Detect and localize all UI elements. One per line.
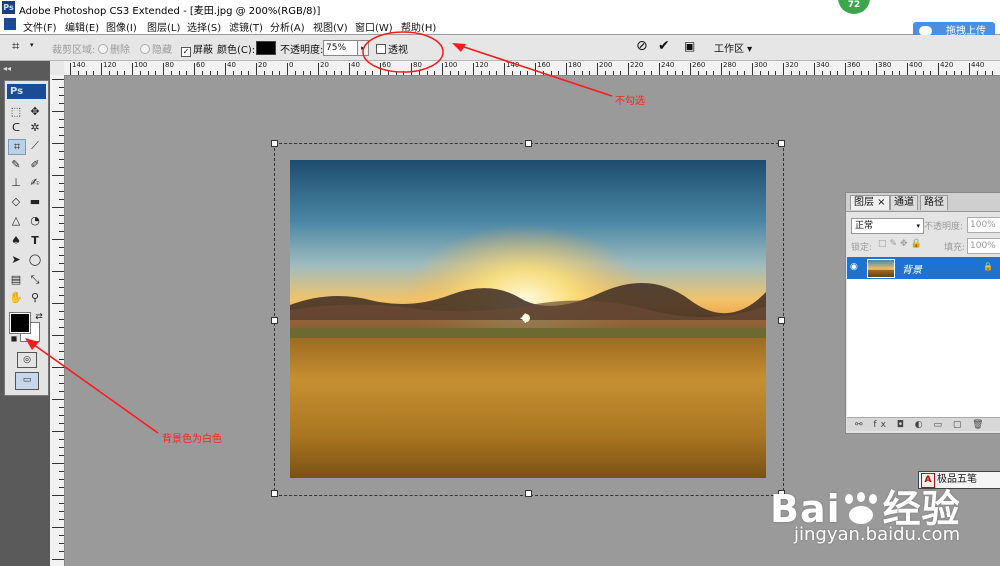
perspective-highlight-circle — [362, 31, 444, 73]
annotation-uncheck: 不勾选 — [615, 96, 645, 107]
left-arrow-head — [25, 338, 39, 350]
left-arrow-line — [29, 341, 159, 434]
annotation-background-white: 背景色为白色 — [162, 434, 222, 445]
paw-icon — [841, 492, 883, 526]
top-arrow-line — [457, 44, 613, 97]
watermark-url: jingyan.baidu.com — [794, 524, 961, 545]
